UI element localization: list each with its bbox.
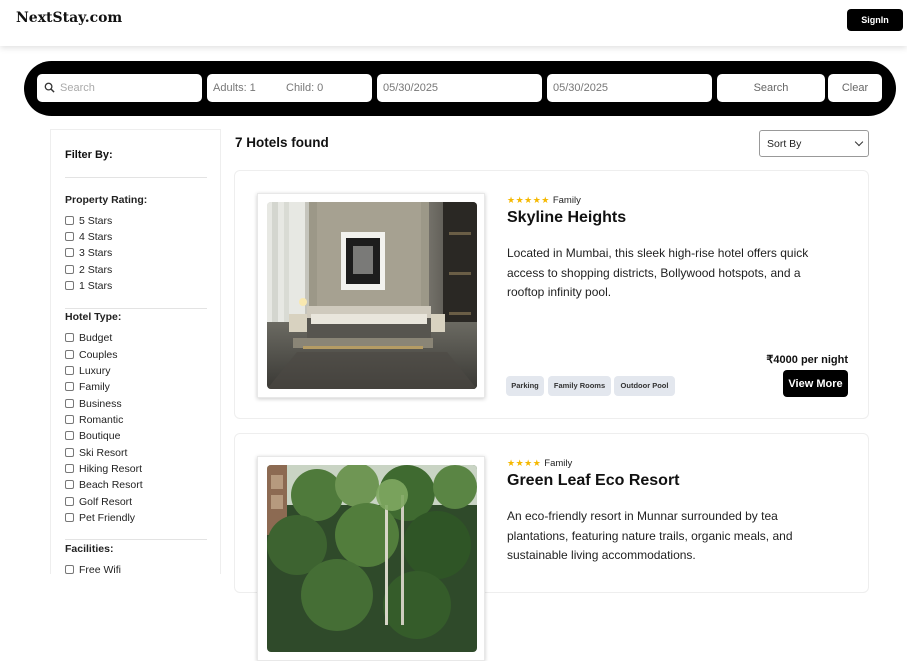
rating-option-3[interactable]: 3 Stars bbox=[65, 246, 112, 260]
search-button[interactable]: Search bbox=[717, 74, 825, 102]
hotel-name[interactable]: Green Leaf Eco Resort bbox=[507, 472, 680, 490]
checkout-date-field[interactable]: 05/30/2025 bbox=[547, 74, 712, 102]
type-option-family[interactable]: Family bbox=[65, 380, 110, 394]
filter-title: Filter By: bbox=[65, 149, 113, 161]
hotel-image-frame bbox=[257, 193, 485, 398]
checkbox[interactable] bbox=[65, 247, 74, 257]
hotel-description: Located in Mumbai, this sleek high-rise … bbox=[507, 246, 809, 299]
type-option-beach-resort[interactable]: Beach Resort bbox=[65, 478, 143, 492]
divider bbox=[65, 539, 207, 540]
amenity-badge: Outdoor Pool bbox=[614, 376, 675, 396]
checkin-date-field[interactable]: 05/30/2025 bbox=[377, 74, 542, 102]
checkout-date-value: 05/30/2025 bbox=[553, 82, 609, 94]
divider bbox=[65, 177, 207, 178]
type-option-pet-friendly[interactable]: Pet Friendly bbox=[65, 511, 135, 525]
child-count: Child: 0 bbox=[286, 82, 324, 94]
checkbox[interactable] bbox=[65, 430, 74, 440]
hotel-description: An eco-friendly resort in Munnar surroun… bbox=[507, 509, 793, 562]
rating-option-4[interactable]: 4 Stars bbox=[65, 230, 112, 244]
results-count: 7 Hotels found bbox=[235, 135, 329, 150]
checkbox[interactable] bbox=[65, 398, 74, 408]
search-bar: Search Adults: 1 Child: 0 05/30/2025 05/… bbox=[24, 61, 896, 116]
checkbox[interactable] bbox=[65, 414, 74, 424]
rating-option-5[interactable]: 5 Stars bbox=[65, 214, 112, 228]
type-option-budget[interactable]: Budget bbox=[65, 331, 112, 345]
checkbox[interactable] bbox=[65, 215, 74, 225]
checkbox[interactable] bbox=[65, 381, 74, 391]
star-icons: ★★★★★ bbox=[507, 196, 550, 206]
type-option-golf-resort[interactable]: Golf Resort bbox=[65, 495, 132, 509]
hotel-card: ★★★★ Family Green Leaf Eco Resort An eco-… bbox=[234, 433, 869, 661]
signin-button[interactable]: SignIn bbox=[847, 9, 903, 31]
divider bbox=[65, 308, 207, 309]
hotel-name[interactable]: Skyline Heights bbox=[507, 209, 626, 227]
checkbox[interactable] bbox=[65, 349, 74, 359]
hotel-rating-stars: ★★★★★ Family bbox=[507, 195, 581, 206]
checkbox[interactable] bbox=[65, 463, 74, 473]
checkbox[interactable] bbox=[65, 231, 74, 241]
search-icon bbox=[44, 82, 55, 93]
site-logo[interactable]: NextStay.com bbox=[16, 10, 122, 26]
search-input[interactable]: Search bbox=[37, 74, 202, 102]
rating-option-1[interactable]: 1 Stars bbox=[65, 279, 112, 293]
checkbox[interactable] bbox=[65, 447, 74, 457]
type-option-luxury[interactable]: Luxury bbox=[65, 364, 111, 378]
hotel-type-tag: Family bbox=[544, 458, 573, 469]
checkbox[interactable] bbox=[65, 264, 74, 274]
checkbox[interactable] bbox=[65, 365, 74, 375]
filter-sidebar: Filter By: Property Rating: 5 Stars 4 St… bbox=[50, 129, 221, 577]
type-option-couples[interactable]: Couples bbox=[65, 348, 118, 362]
search-placeholder: Search bbox=[60, 82, 95, 94]
amenity-badge: Family Rooms bbox=[548, 376, 611, 396]
type-section-title: Hotel Type: bbox=[65, 311, 122, 323]
hotel-price: ₹4000 per night bbox=[766, 354, 848, 366]
chevron-down-icon bbox=[854, 137, 864, 147]
checkin-date-value: 05/30/2025 bbox=[383, 82, 439, 94]
sort-by-select[interactable]: Sort By bbox=[759, 130, 869, 157]
clear-button[interactable]: Clear bbox=[828, 74, 882, 102]
guests-selector[interactable]: Adults: 1 Child: 0 bbox=[207, 74, 372, 102]
view-more-button[interactable]: View More bbox=[783, 370, 848, 397]
checkbox[interactable] bbox=[65, 280, 74, 290]
facilities-section-title: Facilities: bbox=[65, 543, 114, 555]
amenity-badge: Parking bbox=[506, 376, 544, 396]
type-option-hiking-resort[interactable]: Hiking Resort bbox=[65, 462, 142, 476]
checkbox[interactable] bbox=[65, 479, 74, 489]
hotel-image-forest[interactable] bbox=[267, 465, 477, 652]
type-option-ski-resort[interactable]: Ski Resort bbox=[65, 446, 127, 460]
checkbox[interactable] bbox=[65, 512, 74, 522]
facility-option-free-wifi[interactable]: Free Wifi bbox=[65, 563, 121, 577]
type-option-boutique[interactable]: Boutique bbox=[65, 429, 120, 443]
top-navbar: NextStay.com SignIn bbox=[0, 0, 907, 46]
type-option-business[interactable]: Business bbox=[65, 397, 122, 411]
type-option-romantic[interactable]: Romantic bbox=[65, 413, 123, 427]
rating-section-title: Property Rating: bbox=[65, 194, 148, 206]
rating-option-2[interactable]: 2 Stars bbox=[65, 263, 112, 277]
checkbox[interactable] bbox=[65, 332, 74, 342]
sort-by-label: Sort By bbox=[767, 138, 802, 150]
hotel-card: ★★★★★ Family Skyline Heights Located in M… bbox=[234, 170, 869, 419]
hotel-image-bedroom[interactable] bbox=[267, 202, 477, 389]
adults-count: Adults: 1 bbox=[213, 82, 256, 94]
checkbox[interactable] bbox=[65, 496, 74, 506]
star-icons: ★★★★ bbox=[507, 459, 542, 469]
hotel-type-tag: Family bbox=[552, 195, 581, 206]
hotel-rating-stars: ★★★★ Family bbox=[507, 458, 572, 469]
hotel-image-frame bbox=[257, 456, 485, 661]
checkbox[interactable] bbox=[65, 564, 74, 574]
